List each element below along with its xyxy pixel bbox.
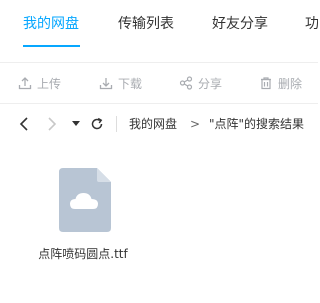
- breadcrumb-root[interactable]: 我的网盘: [129, 116, 177, 132]
- tab-functions[interactable]: 功: [305, 15, 318, 33]
- chevron-right-icon: [48, 117, 57, 131]
- cloud-file-icon: [59, 168, 111, 232]
- nav-divider: [116, 116, 117, 132]
- upload-label: 上传: [37, 76, 62, 91]
- breadcrumb-current: "点阵"的搜索结果: [209, 117, 305, 131]
- delete-button[interactable]: 删除: [259, 74, 302, 92]
- download-label: 下载: [118, 76, 143, 91]
- refresh-button[interactable]: [89, 116, 105, 132]
- active-tab-indicator: [23, 45, 80, 47]
- top-tab-bar: 我的网盘 传输列表 好友分享 功: [0, 0, 318, 50]
- download-icon: [99, 78, 113, 90]
- chevron-left-icon: [19, 117, 28, 131]
- upload-icon: [18, 77, 32, 90]
- file-name: 点阵喷码圆点.ttf: [38, 247, 128, 261]
- tab-transfer-list[interactable]: 传输列表: [118, 15, 174, 33]
- breadcrumb-separator: >: [190, 117, 201, 131]
- download-button[interactable]: 下载: [99, 74, 142, 92]
- caret-down-icon: [72, 121, 80, 126]
- share-button[interactable]: 分享: [179, 74, 222, 92]
- share-label: 分享: [198, 76, 223, 91]
- refresh-icon: [91, 117, 103, 130]
- delete-label: 删除: [278, 76, 303, 91]
- tab-my-disk[interactable]: 我的网盘: [23, 15, 79, 33]
- upload-button[interactable]: 上传: [18, 74, 61, 92]
- file-item[interactable]: 点阵喷码圆点.ttf: [28, 168, 138, 268]
- tab-friend-share[interactable]: 好友分享: [212, 15, 268, 33]
- trash-icon: [261, 77, 271, 90]
- share-icon: [179, 76, 193, 90]
- netdisk-window: 我的网盘 传输列表 好友分享 功 上传 下载 分享 删除 我的网盘 > "点阵"…: [0, 0, 318, 303]
- history-dropdown-button[interactable]: [68, 116, 84, 132]
- file-toolbar: 上传 下载 分享 删除: [0, 62, 318, 104]
- back-button[interactable]: [16, 116, 32, 132]
- navigation-bar: 我的网盘 > "点阵"的搜索结果: [0, 108, 318, 140]
- forward-button[interactable]: [44, 116, 60, 132]
